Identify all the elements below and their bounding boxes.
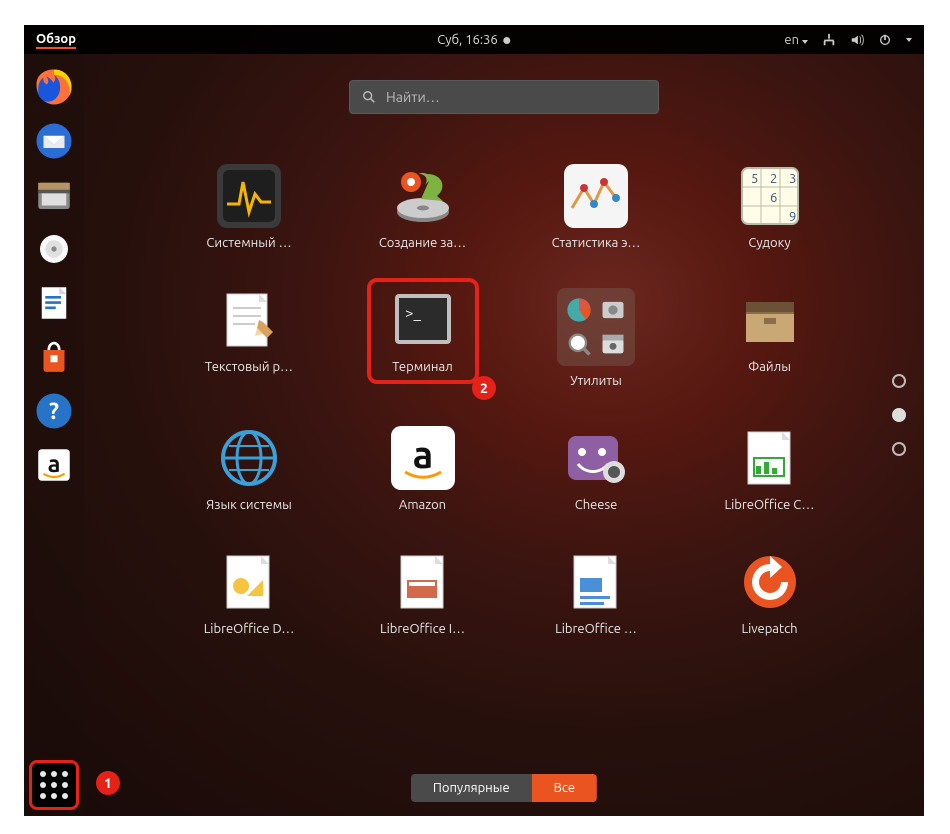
app-language-support[interactable]: Язык системы (199, 426, 299, 512)
pager-dot[interactable] (892, 442, 906, 456)
app-livepatch[interactable]: Livepatch (720, 550, 820, 636)
disks-icon (599, 296, 627, 324)
svg-text:a: a (48, 451, 61, 477)
screenshot-icon (599, 330, 627, 358)
dock-help[interactable]: ? (30, 387, 78, 435)
svg-text:5: 5 (751, 172, 758, 186)
volume-icon (850, 33, 864, 47)
network-icon (822, 33, 836, 47)
svg-text:?: ? (49, 399, 59, 424)
app-libreoffice-calc[interactable]: LibreOffice C… (720, 426, 820, 512)
notification-dot-icon (504, 37, 511, 44)
app-label: Текстовый р… (205, 360, 293, 374)
dock-amazon[interactable]: a (30, 441, 78, 489)
app-libreoffice-writer[interactable]: LibreOffice … (546, 550, 646, 636)
app-text-editor[interactable]: Текстовый р… (199, 288, 299, 388)
dock: ? a (24, 54, 84, 816)
dock-libreoffice-writer[interactable] (30, 279, 78, 327)
app-label: Файлы (748, 360, 791, 374)
disk-usage-icon (565, 296, 593, 324)
activities-button[interactable]: Обзор (36, 32, 76, 49)
top-bar: Обзор Суб, 16:36 en (24, 26, 924, 54)
pager-dot[interactable] (892, 374, 906, 388)
overview-content: Найти… Системный … Создание за… Статисти… (84, 54, 924, 816)
app-filter-tabs: Популярные Все (411, 774, 597, 802)
svg-text:6: 6 (770, 191, 777, 205)
app-label: Cheese (575, 498, 618, 512)
application-grid: Системный … Создание за… Статистика э… 5… (199, 164, 839, 636)
svg-text:2: 2 (770, 172, 777, 186)
app-terminal[interactable]: >_ Терминал (373, 288, 473, 388)
dock-thunderbird[interactable] (30, 117, 78, 165)
app-label: Терминал (392, 360, 452, 374)
app-label: LibreOffice I… (380, 622, 465, 636)
chevron-down-icon (906, 38, 912, 42)
datetime-label: Суб, 16:36 (437, 33, 497, 47)
app-archive-manager[interactable]: Файлы (720, 288, 820, 388)
search-field[interactable]: Найти… (349, 80, 659, 114)
app-system-monitor[interactable]: Системный … (199, 164, 299, 250)
app-label: Статистика э… (552, 236, 641, 250)
pager-dot[interactable] (892, 408, 906, 422)
app-cheese[interactable]: Cheese (546, 426, 646, 512)
app-libreoffice-draw[interactable]: LibreOffice D… (199, 550, 299, 636)
svg-text:>_: >_ (405, 304, 421, 321)
app-label: LibreOffice … (555, 622, 637, 636)
app-label: LibreOffice C… (725, 498, 815, 512)
app-label: Системный … (206, 236, 291, 250)
svg-text:3: 3 (789, 172, 796, 186)
status-area[interactable]: en (784, 33, 912, 47)
app-label: Язык системы (206, 498, 292, 512)
app-label: Amazon (399, 498, 446, 512)
svg-text:9: 9 (789, 210, 796, 224)
show-applications-button[interactable] (29, 760, 79, 810)
dock-firefox[interactable] (30, 63, 78, 111)
tab-all[interactable]: Все (532, 774, 597, 802)
app-label: Создание за… (379, 236, 466, 250)
app-startup-disk-creator[interactable]: Создание за… (373, 164, 473, 250)
dock-software[interactable] (30, 333, 78, 381)
app-folder-utilities[interactable]: Утилиты (546, 288, 646, 388)
tab-frequent[interactable]: Популярные (411, 774, 532, 802)
svg-text:a: a (412, 434, 433, 476)
app-libreoffice-impress[interactable]: LibreOffice I… (373, 550, 473, 636)
ubuntu-activities-overview: Обзор Суб, 16:36 en ? a 1 Найти… (24, 25, 924, 816)
clock[interactable]: Суб, 16:36 (437, 33, 510, 47)
app-label: Livepatch (741, 622, 797, 636)
app-power-statistics[interactable]: Статистика э… (546, 164, 646, 250)
power-icon (878, 33, 892, 47)
app-label: Судоку (748, 236, 790, 250)
annotation-badge-2: 2 (472, 376, 496, 400)
input-language-indicator[interactable]: en (784, 33, 808, 47)
dock-rhythmbox[interactable] (30, 225, 78, 273)
logs-icon (565, 330, 593, 358)
app-label: LibreOffice D… (204, 622, 295, 636)
search-icon (362, 90, 376, 104)
search-placeholder: Найти… (386, 89, 440, 105)
workspace-pager (892, 374, 906, 456)
app-amazon[interactable]: a Amazon (373, 426, 473, 512)
dock-files[interactable] (30, 171, 78, 219)
app-label: Утилиты (570, 374, 622, 388)
app-sudoku[interactable]: 52369 Судоку (720, 164, 820, 250)
